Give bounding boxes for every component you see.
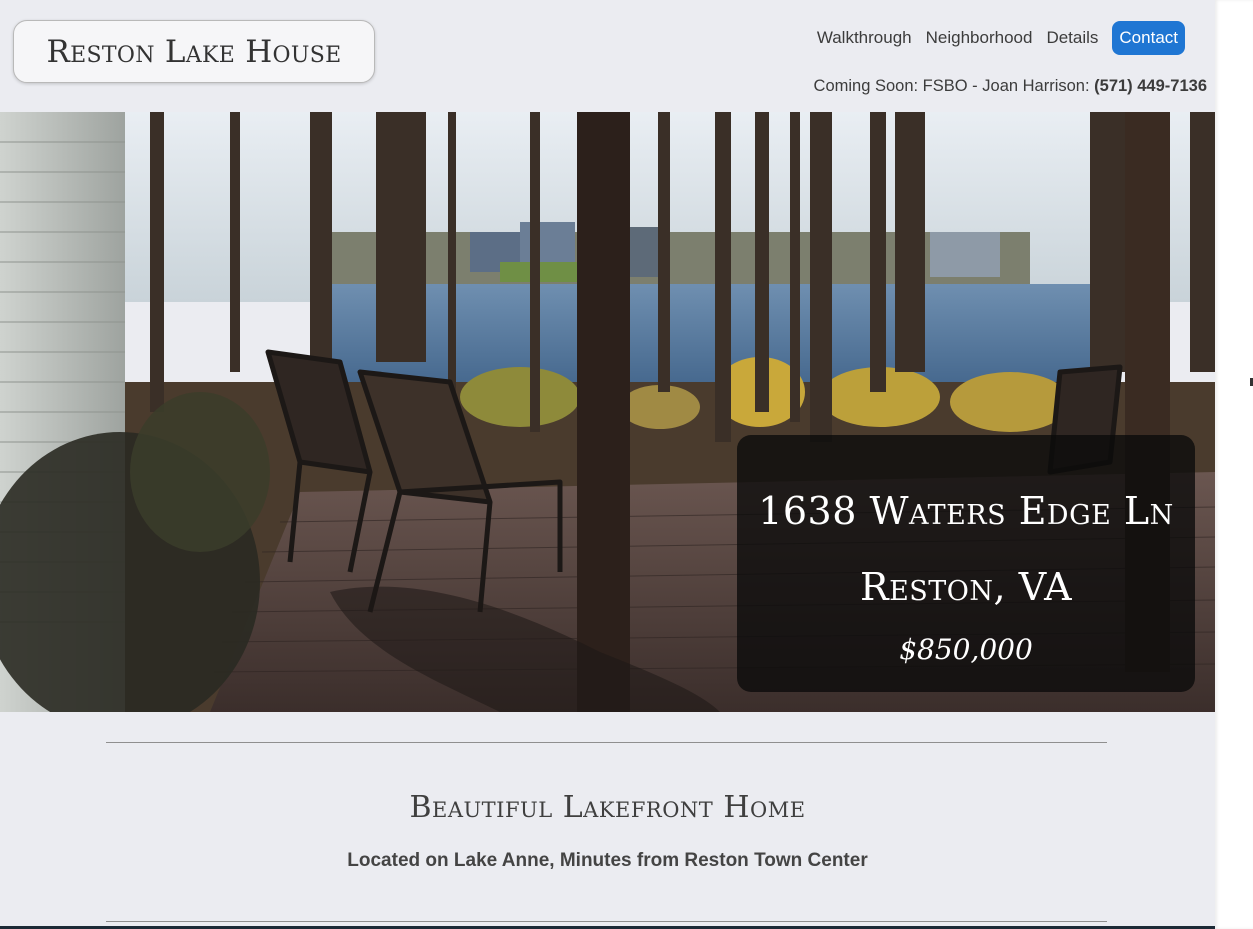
nav-neighborhood[interactable]: Neighborhood — [926, 21, 1033, 55]
divider-top — [106, 742, 1107, 743]
divider-bottom — [106, 921, 1107, 922]
nav-details[interactable]: Details — [1046, 21, 1098, 55]
coming-soon-line: Coming Soon: FSBO - Joan Harrison: (571)… — [814, 77, 1207, 96]
page-gutter — [1215, 0, 1253, 929]
nav-walkthrough[interactable]: Walkthrough — [817, 21, 912, 55]
page: Reston Lake House Walkthrough Neighborho… — [0, 0, 1215, 929]
address-line-1: 1638 Waters Edge Ln — [758, 489, 1174, 533]
coming-soon-text: Coming Soon: FSBO - Joan Harrison: — [813, 77, 1095, 95]
section-subtitle: Located on Lake Anne, Minutes from Resto… — [347, 850, 868, 871]
main-nav: Walkthrough Neighborhood Details Contact — [817, 21, 1185, 55]
site-logo[interactable]: Reston Lake House — [13, 20, 375, 83]
hero-banner: 1638 Waters Edge Ln Reston, VA $850,000 — [0, 112, 1215, 712]
nav-contact-button[interactable]: Contact — [1112, 21, 1185, 55]
listing-price: $850,000 — [899, 633, 1033, 666]
logo-text: Reston Lake House — [46, 33, 342, 70]
address-line-2: Reston, VA — [859, 565, 1073, 609]
phone-number[interactable]: (571) 449-7136 — [1094, 77, 1207, 95]
section-title: Beautiful Lakefront Home — [409, 790, 806, 825]
hero-address-card: 1638 Waters Edge Ln Reston, VA $850,000 — [737, 435, 1195, 692]
